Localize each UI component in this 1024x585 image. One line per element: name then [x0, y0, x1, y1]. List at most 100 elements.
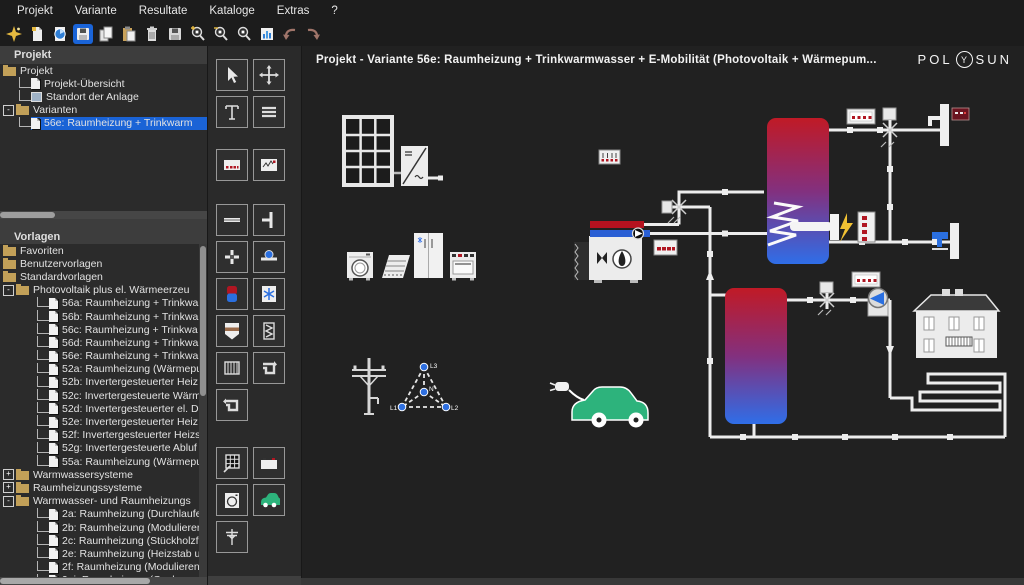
washing-machine[interactable] — [347, 252, 373, 281]
pv-module[interactable] — [342, 115, 401, 187]
tree-item[interactable]: 2c: Raumheizung (Stückholzfe — [0, 534, 207, 547]
palette-heating-loop-tool[interactable] — [216, 389, 248, 421]
circulation-pump-2[interactable] — [868, 289, 888, 317]
three-way-valve-hp[interactable] — [662, 199, 686, 223]
heat-pump[interactable] — [574, 221, 650, 283]
project-tree-hscrollbar[interactable] — [0, 211, 207, 219]
palette-scroll-strip[interactable] — [208, 576, 301, 585]
tree-item[interactable]: 52e: Invertergesteuerter Heiz — [0, 415, 207, 428]
copy-button[interactable] — [96, 24, 116, 44]
collapse-icon[interactable]: - — [3, 285, 14, 296]
schematic-canvas[interactable]: Projekt - Variante 56e: Raumheizung + Tr… — [301, 46, 1024, 578]
tree-item[interactable]: Favoriten — [0, 244, 207, 257]
tree-item[interactable]: 52a: Raumheizung (Wärmepu — [0, 363, 207, 376]
tree-item[interactable]: 2e: Raumheizung (Heizstab u — [0, 547, 207, 560]
paste-button[interactable] — [119, 24, 139, 44]
palette-text-tool[interactable] — [216, 96, 248, 128]
palette-electric-car-tool[interactable] — [253, 484, 285, 516]
menu-item-kataloge[interactable]: Kataloge — [198, 2, 265, 20]
tree-item[interactable]: 56d: Raumheizung + Trinkwa — [0, 336, 207, 349]
redo-button[interactable] — [303, 24, 323, 44]
menu-item-resultate[interactable]: Resultate — [128, 2, 199, 20]
tree-item[interactable]: 56c: Raumheizung + Trinkwa — [0, 323, 207, 336]
tree-item[interactable]: +Raumheizungssysteme — [0, 481, 207, 494]
palette-tank-tool[interactable] — [216, 278, 248, 310]
palette-valve-tool[interactable] — [253, 241, 285, 273]
undo-button[interactable] — [280, 24, 300, 44]
templates-hscrollbar[interactable] — [0, 577, 207, 585]
grid-connection-pole[interactable] — [352, 358, 386, 414]
palette-radiator-tool[interactable] — [216, 352, 248, 384]
new-document-button[interactable] — [27, 24, 47, 44]
tree-item[interactable]: 56a: Raumheizung + Trinkwa — [0, 297, 207, 310]
hp-controller[interactable] — [654, 240, 677, 255]
palette-boiler-tool[interactable] — [216, 315, 248, 347]
menu-item-variante[interactable]: Variante — [64, 2, 128, 20]
menu-item-projekt[interactable]: Projekt — [6, 2, 64, 20]
menu-item-help[interactable]: ? — [320, 2, 348, 20]
tree-item[interactable]: 56b: Raumheizung + Trinkwa — [0, 310, 207, 323]
templates-vscrollbar[interactable] — [199, 244, 207, 577]
tree-item[interactable]: +Warmwassersysteme — [0, 468, 207, 481]
heater-controller[interactable] — [858, 212, 875, 242]
controller-heating[interactable] — [852, 272, 880, 287]
wizard-button[interactable] — [4, 24, 24, 44]
palette-select-tool[interactable] — [216, 59, 248, 91]
save-as-button[interactable] — [165, 24, 185, 44]
palette-washing-machine-tool[interactable] — [216, 484, 248, 516]
palette-pipe-cross-tool[interactable] — [216, 241, 248, 273]
hot-water-tank[interactable] — [767, 118, 839, 264]
palette-controller-tool[interactable] — [216, 149, 248, 181]
inverter[interactable] — [401, 146, 428, 186]
three-phase-node[interactable]: L3 N L1 L2 — [390, 363, 459, 412]
tree-item[interactable]: Standardvorlagen — [0, 270, 207, 283]
tree-item[interactable]: 56e: Raumheizung + Trinkwa — [0, 350, 207, 363]
tree-item[interactable]: 2b: Raumheizung (Modulierer — [0, 521, 207, 534]
zoom-out-button[interactable] — [211, 24, 231, 44]
palette-grid-connection-tool[interactable] — [216, 521, 248, 553]
tree-item[interactable]: 52d: Invertergesteuerter el. D — [0, 402, 207, 415]
palette-move-tool[interactable] — [253, 59, 285, 91]
results-chart-button[interactable] — [257, 24, 277, 44]
tree-item[interactable]: 52f: Invertergesteuerter Heizs — [0, 429, 207, 442]
palette-battery-tool[interactable] — [253, 447, 285, 479]
controller-pv[interactable] — [599, 150, 620, 164]
palette-pv-module-tool[interactable] — [216, 447, 248, 479]
expand-icon[interactable]: + — [3, 469, 14, 480]
palette-notes-tool[interactable] — [253, 96, 285, 128]
fridge[interactable] — [414, 233, 443, 278]
tree-item[interactable]: -Varianten — [0, 104, 207, 117]
tree-item[interactable]: 52b: Invertergesteuerter Heiz — [0, 376, 207, 389]
delete-button[interactable] — [142, 24, 162, 44]
palette-display-tool[interactable] — [253, 149, 285, 181]
tree-item[interactable]: 55a: Raumheizung (Wärmepu — [0, 455, 207, 468]
tree-item[interactable]: 2f: Raumheizung (Modulieren — [0, 561, 207, 574]
tree-item[interactable]: Benutzervorlagen — [0, 257, 207, 270]
circulation-pump-1[interactable] — [633, 228, 644, 239]
electric-car[interactable] — [550, 382, 648, 428]
stove[interactable] — [450, 252, 476, 281]
tree-item[interactable]: 52g: Invertergesteuerte Abluf — [0, 442, 207, 455]
tree-item[interactable]: Projekt — [0, 64, 207, 77]
palette-heating-loop-b-tool[interactable] — [253, 352, 285, 384]
zoom-select-button[interactable] — [234, 24, 254, 44]
palette-heat-exchanger-tool[interactable] — [253, 278, 285, 310]
tree-item[interactable]: -Warmwasser- und Raumheizungs — [0, 495, 207, 508]
controller-dhw[interactable] — [847, 109, 875, 124]
palette-pipe-tool[interactable] — [216, 204, 248, 236]
house[interactable] — [914, 289, 999, 358]
tree-item[interactable]: 2a: Raumheizung (Durchlaufe — [0, 508, 207, 521]
palette-pipe-branch-tool[interactable] — [253, 204, 285, 236]
hot-water-tap[interactable] — [930, 104, 969, 146]
dishwasher[interactable] — [382, 255, 410, 278]
menu-item-extras[interactable]: Extras — [266, 2, 321, 20]
tree-item[interactable]: 56e: Raumheizung + Trinkwarm — [0, 117, 207, 130]
tree-item[interactable]: 52c: Invertergesteuerte Wärm — [0, 389, 207, 402]
zoom-in-button[interactable] — [188, 24, 208, 44]
palette-coil-exchanger-tool[interactable] — [253, 315, 285, 347]
tree-item[interactable]: Standort der Anlage — [0, 90, 207, 103]
collapse-icon[interactable]: - — [3, 496, 14, 507]
save-button[interactable] — [73, 24, 93, 44]
buffer-tank[interactable] — [725, 288, 787, 424]
collapse-icon[interactable]: - — [3, 105, 14, 116]
